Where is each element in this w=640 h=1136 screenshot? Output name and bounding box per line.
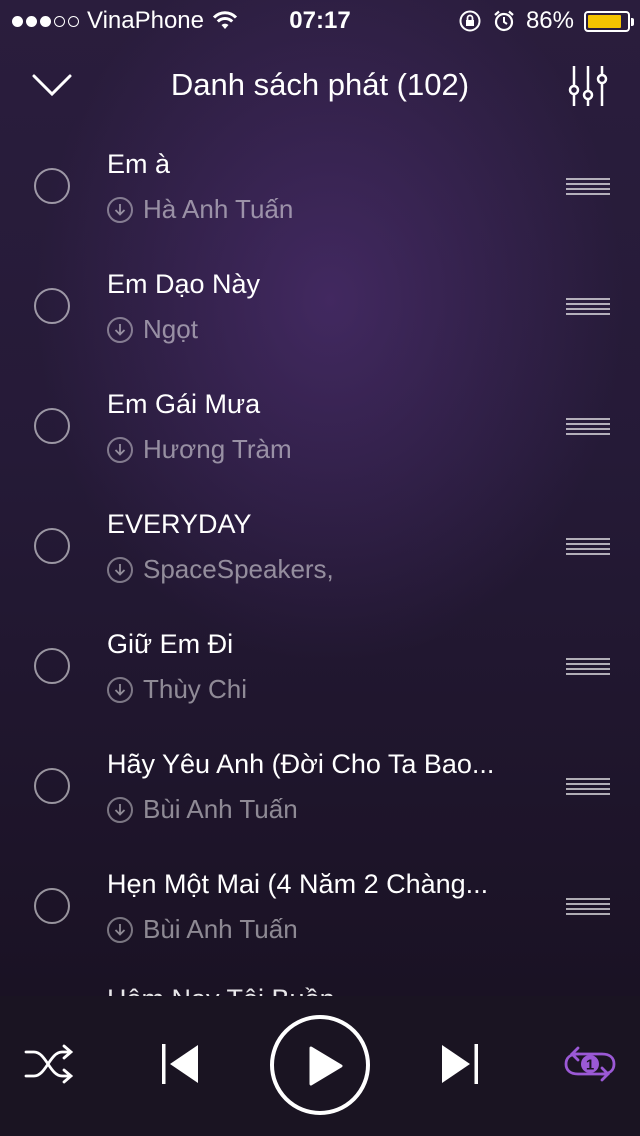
repeat-badge: 1 — [586, 1057, 594, 1074]
playlist-row[interactable]: Hẹn Một Mai (4 Năm 2 Chàng... Bùi Anh Tuấ… — [0, 846, 640, 966]
downloaded-icon — [107, 916, 133, 943]
next-track-icon[interactable] — [438, 1042, 482, 1086]
drag-handle-icon[interactable] — [566, 658, 610, 676]
drag-handle-icon[interactable] — [566, 178, 610, 196]
drag-handle-icon[interactable] — [566, 298, 610, 316]
playlist: Em à Hà Anh Tuấn Em Dạo Này Ngọt Em Gái Mưa H… — [0, 126, 640, 996]
song-title: EVERYDAY — [107, 509, 252, 539]
artist-line: Ngọt — [107, 314, 198, 345]
shuffle-icon[interactable] — [24, 1044, 76, 1084]
song-title: Em Gái Mưa — [107, 389, 261, 419]
repeat-one-icon: 1 — [564, 1046, 616, 1082]
artist-name: Bùi Anh Tuấn — [143, 914, 298, 944]
artist-line: Bùi Anh Tuấn — [107, 914, 298, 945]
status-right: 86% — [458, 7, 634, 35]
artist-line: Hương Tràm — [107, 434, 292, 465]
artist-line: Bùi Anh Tuấn — [107, 794, 298, 825]
song-title: Hôm Nay Tôi Buồn — [107, 984, 335, 996]
artist-name: Thùy Chi — [143, 674, 248, 704]
alarm-icon — [494, 10, 514, 32]
drag-handle-icon[interactable] — [566, 778, 610, 796]
playlist-row[interactable]: EVERYDAY SpaceSpeakers, — [0, 486, 640, 606]
artist-line: Hà Anh Tuấn — [107, 194, 293, 225]
artist-line: Thùy Chi — [107, 674, 247, 705]
downloaded-icon — [107, 796, 133, 823]
battery-icon — [584, 10, 634, 32]
song-title: Giữ Em Đi — [107, 629, 234, 659]
select-radio[interactable] — [34, 168, 70, 204]
drag-handle-icon[interactable] — [566, 418, 610, 436]
playlist-row[interactable]: Giữ Em Đi Thùy Chi — [0, 606, 640, 726]
select-radio[interactable] — [34, 408, 70, 444]
artist-name: Hà Anh Tuấn — [143, 194, 294, 224]
song-title: Em à — [107, 149, 171, 179]
artist-name: Bùi Anh Tuấn — [143, 794, 298, 824]
player-controls: 1 — [0, 996, 640, 1136]
song-title: Hãy Yêu Anh (Đời Cho Ta Bao... — [107, 749, 495, 779]
song-title: Em Dạo Này — [107, 269, 261, 299]
song-title: Hẹn Một Mai (4 Năm 2 Chàng... — [107, 869, 489, 899]
select-radio[interactable] — [34, 768, 70, 804]
artist-line: SpaceSpeakers, — [107, 554, 334, 585]
playlist-row[interactable]: Hãy Yêu Anh (Đời Cho Ta Bao... Bùi Anh Tu… — [0, 726, 640, 846]
previous-track-icon[interactable] — [158, 1042, 202, 1086]
select-radio[interactable] — [34, 288, 70, 324]
playlist-row[interactable]: Em à Hà Anh Tuấn — [0, 126, 640, 246]
playlist-header: Danh sách phát (102) — [0, 50, 640, 120]
downloaded-icon — [107, 196, 133, 223]
drag-handle-icon[interactable] — [566, 898, 610, 916]
equalizer-icon[interactable] — [566, 64, 610, 108]
artist-name: Hương Tràm — [143, 434, 292, 464]
select-radio[interactable] — [34, 528, 70, 564]
artist-name: SpaceSpeakers, — [143, 554, 334, 584]
repeat-one-button[interactable]: 1 — [562, 1040, 618, 1088]
downloaded-icon — [107, 316, 133, 343]
downloaded-icon — [107, 676, 133, 703]
status-bar: VinaPhone 07:17 86% — [0, 0, 640, 40]
artist-name: Ngọt — [143, 314, 198, 344]
select-radio[interactable] — [34, 888, 70, 924]
play-icon — [309, 1046, 343, 1086]
downloaded-icon — [107, 436, 133, 463]
playlist-row[interactable]: Em Gái Mưa Hương Tràm — [0, 366, 640, 486]
play-button[interactable] — [270, 1015, 370, 1115]
playlist-row[interactable]: Em Dạo Này Ngọt — [0, 246, 640, 366]
battery-percent: 86% — [525, 7, 574, 34]
page-title: Danh sách phát (102) — [170, 67, 470, 102]
drag-handle-icon[interactable] — [566, 538, 610, 556]
select-radio[interactable] — [34, 648, 70, 684]
downloaded-icon — [107, 556, 133, 583]
rotation-lock-icon — [459, 10, 481, 32]
